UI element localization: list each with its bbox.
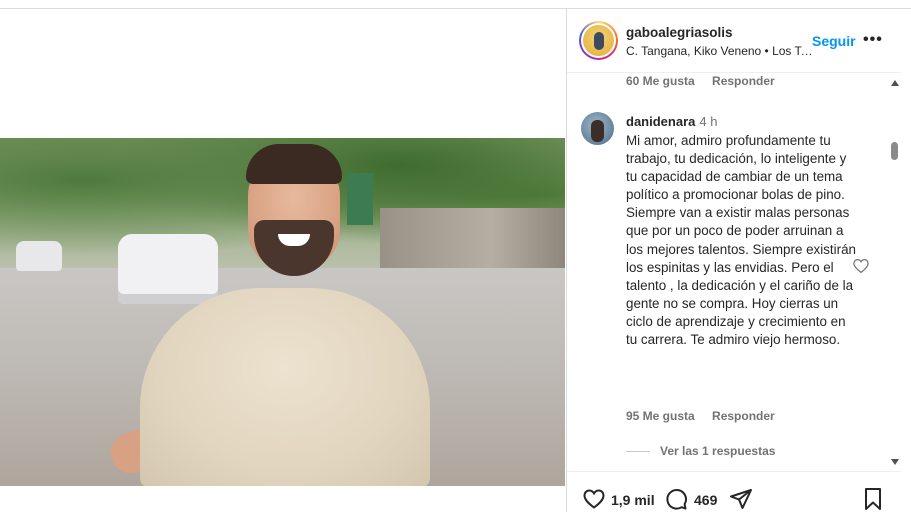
comment-text: Mi amor, admiro profundamente tu trabajo… [626,133,856,348]
comment-count[interactable]: 469 [694,492,717,508]
comment-likes[interactable]: 95 Me gusta [626,409,695,423]
previous-comment-likes[interactable]: 60 Me gusta [626,74,695,88]
comment-reply-button[interactable]: Responder [712,409,775,423]
video-player[interactable] [0,138,565,486]
author-username[interactable]: gaboalegriasolis [626,25,733,40]
video-car-small [16,241,62,271]
more-options-icon[interactable]: ••• [863,31,883,49]
scroll-up-arrow-icon[interactable] [891,80,899,86]
video-street-sign [347,173,373,225]
like-heart-icon[interactable] [582,487,606,511]
save-bookmark-icon[interactable] [863,487,883,511]
commenter-username[interactable]: danidenara [626,114,695,129]
comment-header: danidenara 4 h [626,114,717,129]
view-replies-label: Ver las 1 respuestas [660,444,776,458]
like-count[interactable]: 1,9 mil [611,492,655,508]
scrollbar[interactable] [888,74,901,470]
comment-meta: 95 Me gusta Responder [626,409,789,423]
post-actions-bar: 1,9 mil 469 [567,471,901,512]
author-avatar[interactable] [579,21,618,60]
media-pane [0,9,565,512]
comment-like-heart-icon[interactable] [852,257,870,275]
replies-divider [626,450,650,452]
audio-attribution[interactable]: C. Tangana, Kiko Veneno • Los Tontos (fe… [626,44,816,58]
comments-scroll-area[interactable]: 60 Me gusta Responder danidenara 4 h Mi a… [567,74,901,470]
comment-time: 4 h [699,114,718,129]
scroll-down-arrow-icon[interactable] [891,459,899,465]
previous-comment-reply-button[interactable]: Responder [712,74,775,88]
video-van [118,234,218,304]
post-header: gaboalegriasolis C. Tangana, Kiko Veneno… [567,9,901,73]
author-avatar-image [583,25,614,56]
comment-bubble-icon[interactable] [664,487,688,511]
share-paper-plane-icon[interactable] [729,487,753,511]
previous-comment-meta: 60 Me gusta Responder [626,74,789,88]
scrollbar-thumb[interactable] [891,142,898,160]
video-person-hair [246,144,342,184]
follow-button[interactable]: Seguir [812,33,856,49]
commenter-avatar[interactable] [581,112,614,145]
video-person-body [140,288,430,486]
comments-panel: gaboalegriasolis C. Tangana, Kiko Veneno… [566,9,911,512]
view-replies-button[interactable]: Ver las 1 respuestas [626,444,775,458]
